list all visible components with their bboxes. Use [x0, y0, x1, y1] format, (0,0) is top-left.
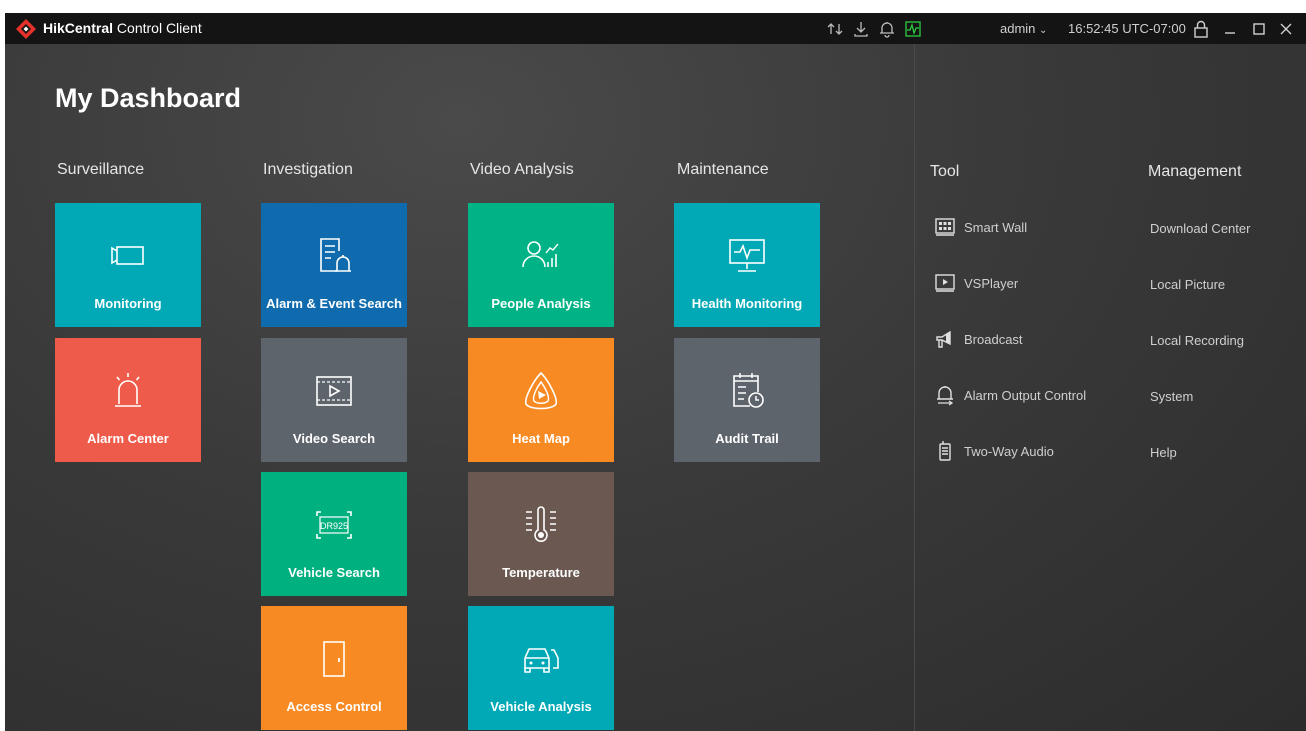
- megaphone-icon: [936, 330, 951, 348]
- page-title: My Dashboard: [55, 83, 242, 113]
- license-plate-icon: DR925: [316, 511, 352, 539]
- tile-audit-trail[interactable]: Audit Trail: [674, 338, 820, 462]
- tile-alarm-event-search[interactable]: Alarm & Event Search: [261, 203, 407, 327]
- management-item-help[interactable]: Help: [1150, 445, 1177, 460]
- tile-label: Heat Map: [512, 431, 570, 446]
- monitor-pulse-icon: [729, 239, 765, 272]
- tile-label: Vehicle Analysis: [490, 699, 592, 714]
- camera-icon: [111, 246, 144, 265]
- tile-label: Alarm Center: [87, 431, 169, 446]
- alarm-output-icon: [937, 386, 954, 406]
- video-wall-icon: [935, 218, 955, 236]
- user-name: admin: [1000, 21, 1036, 36]
- tile-label: Alarm & Event Search: [266, 296, 402, 311]
- tile-temperature[interactable]: Temperature: [468, 472, 614, 596]
- tool-item-smart-wall[interactable]: Smart Wall: [934, 216, 1027, 238]
- thermometer-icon: [526, 506, 556, 542]
- category-maintenance: Maintenance: [677, 161, 769, 178]
- tile-vehicle-search[interactable]: DR925 Vehicle Search: [261, 472, 407, 596]
- tool-heading: Tool: [930, 163, 960, 180]
- tool-label: Smart Wall: [964, 219, 1028, 235]
- tool-label: Broadcast: [964, 331, 1023, 347]
- tile-label: Vehicle Search: [288, 565, 380, 580]
- tile-monitoring[interactable]: Monitoring: [55, 203, 201, 327]
- people-chart-icon: [522, 241, 559, 268]
- category-surveillance: Surveillance: [57, 161, 145, 178]
- tile-vehicle-analysis[interactable]: Vehicle Analysis: [468, 606, 614, 730]
- panel-divider: [914, 44, 915, 731]
- tool-label: Two-Way Audio: [964, 443, 1054, 459]
- user-menu[interactable]: admin ⌄: [1000, 21, 1047, 36]
- player-icon: [935, 274, 955, 292]
- tool-label: Alarm Output Control: [964, 387, 1087, 403]
- tile-people-analysis[interactable]: People Analysis: [468, 203, 614, 327]
- tool-item-two-way-audio[interactable]: Two-Way Audio: [934, 440, 1054, 462]
- close-icon[interactable]: [1276, 19, 1296, 39]
- minimize-icon[interactable]: [1220, 19, 1240, 39]
- hikcentral-logo-icon: [16, 19, 36, 39]
- video-frame-icon: [316, 376, 352, 406]
- transfer-icon[interactable]: [825, 19, 845, 39]
- tile-label: Audit Trail: [715, 431, 779, 446]
- tile-label: People Analysis: [491, 296, 591, 311]
- door-icon: [323, 641, 345, 677]
- tile-label: Health Monitoring: [691, 296, 803, 311]
- health-status-icon[interactable]: [903, 19, 923, 39]
- tile-label: Monitoring: [94, 296, 162, 311]
- tool-item-broadcast[interactable]: Broadcast: [934, 328, 1023, 350]
- category-video-analysis: Video Analysis: [470, 161, 574, 178]
- maximize-icon[interactable]: [1249, 19, 1269, 39]
- tool-item-alarm-output-control[interactable]: Alarm Output Control: [934, 384, 1086, 406]
- tool-item-vsplayer[interactable]: VSPlayer: [934, 272, 1018, 294]
- management-item-download-center[interactable]: Download Center: [1150, 221, 1250, 236]
- title-bar: HikCentral Control Client admin ⌄ 16:52:…: [5, 13, 1306, 44]
- alarm-light-icon: [115, 373, 141, 407]
- app-title-rest: Control Client: [113, 20, 202, 36]
- tool-label: VSPlayer: [964, 275, 1019, 291]
- management-item-local-picture[interactable]: Local Picture: [1150, 277, 1225, 292]
- walkie-talkie-icon: [939, 441, 951, 461]
- document-bell-icon: [320, 238, 351, 272]
- tile-alarm-center[interactable]: Alarm Center: [55, 338, 201, 462]
- tile-health-monitoring[interactable]: Health Monitoring: [674, 203, 820, 327]
- app-title-brand: HikCentral: [43, 20, 114, 36]
- lock-icon[interactable]: [1191, 19, 1211, 39]
- tile-label: Access Control: [286, 699, 382, 714]
- app-window: HikCentral Control Client admin ⌄ 16:52:…: [5, 13, 1306, 731]
- management-item-local-recording[interactable]: Local Recording: [1150, 333, 1244, 348]
- vehicles-icon: [524, 648, 559, 673]
- log-clock-icon: [733, 373, 764, 408]
- management-item-system[interactable]: System: [1150, 389, 1193, 404]
- app-title: HikCentral Control Client: [43, 20, 202, 36]
- tile-heat-map[interactable]: Heat Map: [468, 338, 614, 462]
- category-investigation: Investigation: [263, 161, 353, 178]
- bell-icon[interactable]: [877, 19, 897, 39]
- management-heading: Management: [1148, 163, 1242, 180]
- tile-video-search[interactable]: Video Search: [261, 338, 407, 462]
- tile-access-control[interactable]: Access Control: [261, 606, 407, 730]
- tile-label: Video Search: [292, 431, 376, 446]
- download-icon[interactable]: [851, 19, 871, 39]
- tile-label: Temperature: [502, 565, 580, 580]
- clock: 16:52:45 UTC-07:00: [1068, 21, 1186, 36]
- chevron-down-icon: ⌄: [1039, 25, 1048, 36]
- plate-text: DR925: [320, 521, 348, 531]
- heat-map-icon: [524, 371, 558, 410]
